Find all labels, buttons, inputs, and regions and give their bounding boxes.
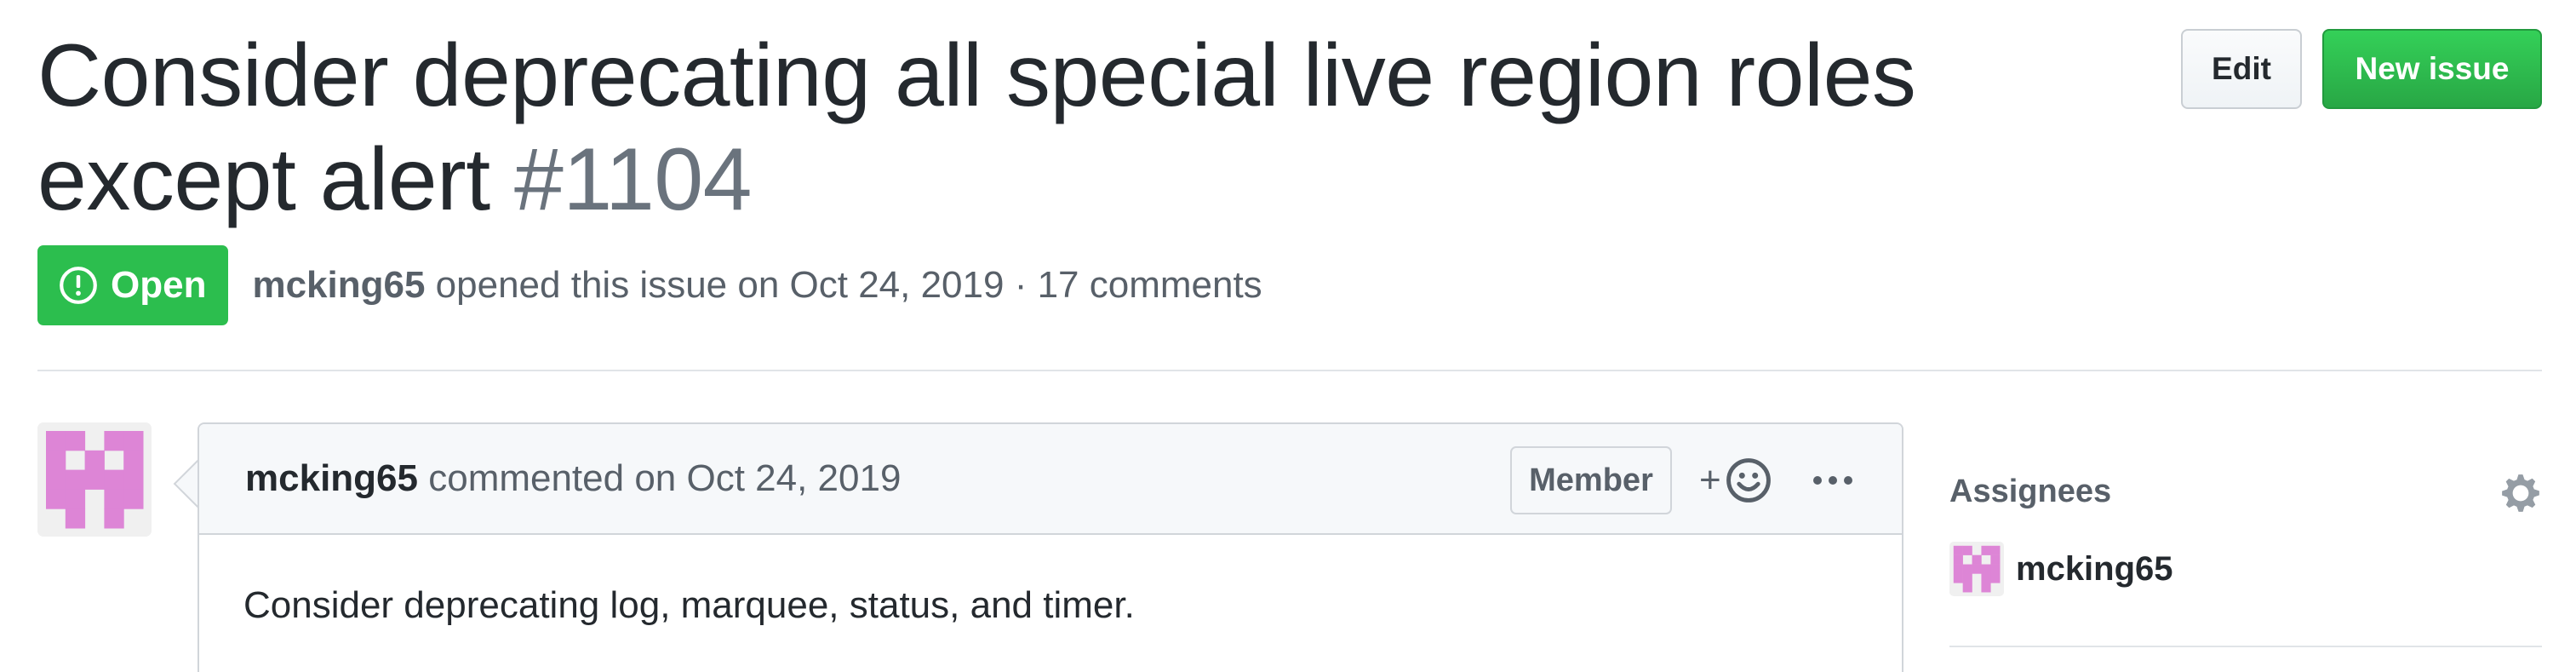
- identicon-cell: [1972, 564, 1982, 574]
- issue-title-text: Consider deprecating all special live re…: [37, 26, 1916, 229]
- identicon-cell: [104, 508, 124, 529]
- identicon-cell: [65, 431, 86, 451]
- comment-header: mcking65 commented on Oct 24, 2019 Membe…: [199, 424, 1902, 535]
- identicon-cell: [84, 469, 105, 490]
- issue-title: Consider deprecating all special live re…: [37, 24, 2123, 232]
- issue-meta-text: mcking65 opened this issue on Oct 24, 20…: [252, 264, 1262, 307]
- identicon-cell: [1953, 554, 1963, 565]
- identicon-cell: [1981, 583, 1991, 593]
- issue-number: #1104: [514, 130, 753, 229]
- identicon-cell: [1962, 573, 1972, 583]
- identicon-cell: [46, 489, 66, 509]
- identicon-cell: [1990, 564, 2001, 574]
- identicon-cell: [1990, 573, 2001, 583]
- identicon-cell: [1990, 554, 2001, 565]
- identicon-cell: [104, 469, 124, 490]
- assignee-avatar: [1949, 542, 2004, 596]
- identicon-cell: [123, 489, 144, 509]
- comment: mcking65 commented on Oct 24, 2019 Membe…: [197, 422, 1903, 672]
- issue-meta: Open mcking65 opened this issue on Oct 2…: [37, 245, 1262, 325]
- comment-options-button[interactable]: [1803, 450, 1863, 511]
- identicon-avatar: [46, 431, 144, 529]
- identicon-cell: [104, 431, 124, 451]
- header-divider: [37, 370, 2542, 371]
- smiley-icon: [1726, 458, 1771, 503]
- identicon-cell: [123, 431, 144, 451]
- identicon-cell: [1972, 554, 1982, 565]
- identicon-cell: [1953, 545, 1963, 555]
- identicon-cell: [1962, 564, 1972, 574]
- assignees-heading[interactable]: Assignees: [1949, 474, 2111, 510]
- issue-author-link[interactable]: mcking65: [252, 264, 425, 306]
- comment-author-link[interactable]: mcking65: [245, 457, 418, 499]
- identicon-cell: [1962, 583, 1972, 593]
- identicon-cell: [65, 469, 86, 490]
- gear-icon[interactable]: [2499, 472, 2542, 514]
- status-badge: Open: [37, 245, 229, 325]
- identicon-cell: [46, 469, 66, 490]
- member-badge: Member: [1510, 446, 1672, 514]
- identicon-cell: [104, 489, 124, 509]
- avatar[interactable]: [37, 422, 152, 537]
- sidebar-divider: [1949, 646, 2542, 647]
- plus-sign: +: [1699, 459, 1721, 501]
- assignee-name: mcking65: [2016, 549, 2173, 588]
- identicon-cell: [1962, 545, 1972, 555]
- kebab-horizontal-icon: [1813, 476, 1852, 485]
- identicon-cell: [1981, 573, 1991, 583]
- identicon-cell: [1953, 564, 1963, 574]
- identicon-cell: [123, 450, 144, 471]
- issue-opened-icon: [60, 267, 97, 304]
- identicon-cell: [84, 450, 105, 471]
- comment-timestamp[interactable]: commented on Oct 24, 2019: [428, 457, 901, 499]
- status-label: Open: [111, 264, 207, 306]
- identicon-cell: [46, 431, 66, 451]
- identicon-cell: [1981, 564, 1991, 574]
- issue-page: Consider deprecating all special live re…: [0, 0, 2576, 672]
- identicon-cell: [65, 489, 86, 509]
- edit-button[interactable]: Edit: [2181, 29, 2302, 109]
- identicon-cell: [123, 469, 144, 490]
- identicon-cell: [65, 508, 86, 529]
- new-issue-button[interactable]: New issue: [2322, 29, 2542, 109]
- add-reaction-button[interactable]: +: [1699, 450, 1772, 511]
- comment-header-text: mcking65 commented on Oct 24, 2019: [245, 457, 901, 500]
- comment-body: Consider deprecating log, marquee, statu…: [243, 584, 1135, 626]
- identicon-avatar-small: [1953, 545, 2001, 593]
- identicon-cell: [1953, 573, 1963, 583]
- identicon-cell: [46, 450, 66, 471]
- identicon-cell: [1990, 545, 2001, 555]
- assignee-item[interactable]: mcking65: [1949, 542, 2173, 596]
- issue-opened-text: opened this issue on Oct 24, 2019 · 17 c…: [435, 264, 1262, 306]
- identicon-cell: [1981, 545, 1991, 555]
